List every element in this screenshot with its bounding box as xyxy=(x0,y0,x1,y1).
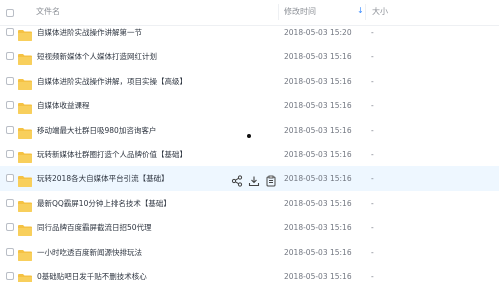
file-name[interactable]: 自媒体收益课程 xyxy=(37,93,90,118)
folder-icon[interactable] xyxy=(18,197,32,212)
row-checkbox[interactable] xyxy=(6,247,14,256)
file-row[interactable]: 最新QQ霸屏10分钟上排名技术【基础】 2018-05-03 15:16 - xyxy=(0,191,499,216)
folder-icon[interactable] xyxy=(18,270,32,282)
row-checkbox[interactable] xyxy=(6,101,14,110)
file-row[interactable]: 移动端最大社群日吸980加咨询客户 2018-05-03 15:16 - xyxy=(0,118,499,143)
more-icon[interactable] xyxy=(265,172,277,187)
file-row[interactable]: 一小时吃透百度新闻源快排玩法 2018-05-03 15:16 - xyxy=(0,240,499,265)
folder-icon[interactable] xyxy=(18,172,32,188)
file-size: - xyxy=(371,174,374,184)
row-checkbox[interactable] xyxy=(6,150,14,158)
file-size: - xyxy=(371,150,374,159)
file-modified-time: 2018-05-03 15:16 xyxy=(284,223,352,233)
file-name[interactable]: 0基础贴吧日发千贴不删技术核心 xyxy=(37,264,147,282)
download-icon[interactable] xyxy=(248,172,260,187)
file-name[interactable]: 玩转新媒体社群圈打造个人品牌价值【基础】 xyxy=(37,142,187,167)
select-all-checkbox[interactable] xyxy=(6,9,14,17)
row-checkbox[interactable] xyxy=(6,174,14,183)
file-modified-time: 2018-05-03 15:16 xyxy=(284,150,352,159)
file-modified-time: 2018-05-03 15:16 xyxy=(284,76,352,86)
file-modified-time: 2018-05-03 15:16 xyxy=(284,247,352,257)
column-divider xyxy=(365,4,366,20)
row-checkbox[interactable] xyxy=(6,272,14,280)
file-size: - xyxy=(371,223,374,233)
folder-icon[interactable] xyxy=(18,75,32,90)
file-modified-time: 2018-05-03 15:20 xyxy=(284,28,352,37)
file-size: - xyxy=(371,52,374,62)
folder-icon[interactable] xyxy=(18,124,32,139)
folder-icon[interactable] xyxy=(18,221,32,237)
folder-icon[interactable] xyxy=(18,50,32,66)
folder-icon[interactable] xyxy=(18,246,32,261)
folder-icon[interactable] xyxy=(18,148,32,163)
column-divider xyxy=(278,4,279,20)
file-row[interactable]: 玩转新媒体社群圈打造个人品牌价值【基础】 2018-05-03 15:16 - xyxy=(0,142,499,167)
row-checkbox[interactable] xyxy=(6,125,14,134)
file-modified-time: 2018-05-03 15:16 xyxy=(284,198,352,208)
file-modified-time: 2018-05-03 15:16 xyxy=(284,52,352,62)
mouse-cursor xyxy=(247,134,251,138)
file-size: - xyxy=(371,76,374,86)
file-size: - xyxy=(371,247,374,257)
file-size: - xyxy=(371,272,374,281)
file-modified-time: 2018-05-03 15:16 xyxy=(284,174,352,184)
file-name[interactable]: 移动端最大社群日吸980加咨询客户 xyxy=(37,118,156,143)
file-size: - xyxy=(371,28,374,37)
file-name[interactable]: 同行品牌百度霸屏截流日招50代理 xyxy=(37,215,152,240)
file-modified-time: 2018-05-03 15:16 xyxy=(284,125,352,135)
file-size: - xyxy=(371,101,374,111)
file-row[interactable]: 玩转2018各大自媒体平台引流【基础】 2018-05-03 15:16 - xyxy=(0,166,499,192)
file-list-page: 文件名 修改时间 ↓ 大小 自媒体进阶实战操作讲解第一节 2018-05-03 1… xyxy=(0,0,499,282)
file-row[interactable]: 自媒体进阶实战操作讲解第一节 2018-05-03 15:20 - xyxy=(0,20,499,45)
file-name[interactable]: 玩转2018各大自媒体平台引流【基础】 xyxy=(37,166,169,191)
file-name[interactable]: 一小时吃透百度新闻源快排玩法 xyxy=(37,240,142,265)
file-row[interactable]: 自媒体进阶实战操作讲解，项目实操【高级】 2018-05-03 15:16 - xyxy=(0,69,499,94)
file-name[interactable]: 自媒体进阶实战操作讲解，项目实操【高级】 xyxy=(37,69,187,94)
file-modified-time: 2018-05-03 15:16 xyxy=(284,101,352,111)
row-checkbox[interactable] xyxy=(6,223,14,232)
folder-icon[interactable] xyxy=(18,99,32,115)
file-name[interactable]: 自媒体进阶实战操作讲解第一节 xyxy=(37,20,142,45)
row-checkbox[interactable] xyxy=(6,52,14,61)
file-row[interactable]: 0基础贴吧日发千贴不删技术核心 2018-05-03 15:16 - xyxy=(0,264,499,282)
row-checkbox[interactable] xyxy=(6,198,14,207)
file-row[interactable]: 同行品牌百度霸屏截流日招50代理 2018-05-03 15:16 - xyxy=(0,215,499,240)
file-size: - xyxy=(371,125,374,135)
file-modified-time: 2018-05-03 15:16 xyxy=(284,272,352,281)
share-icon[interactable] xyxy=(231,172,243,187)
row-checkbox[interactable] xyxy=(6,76,14,85)
row-checkbox[interactable] xyxy=(6,28,14,36)
sort-desc-icon[interactable]: ↓ xyxy=(357,5,364,17)
file-name[interactable]: 短视频新媒体个人媒体打造网红计划 xyxy=(37,44,157,69)
file-size: - xyxy=(371,198,374,208)
file-row[interactable]: 自媒体收益课程 2018-05-03 15:16 - xyxy=(0,93,499,118)
file-name[interactable]: 最新QQ霸屏10分钟上排名技术【基础】 xyxy=(37,191,171,216)
folder-icon[interactable] xyxy=(18,26,32,41)
file-row[interactable]: 短视频新媒体个人媒体打造网红计划 2018-05-03 15:16 - xyxy=(0,44,499,69)
